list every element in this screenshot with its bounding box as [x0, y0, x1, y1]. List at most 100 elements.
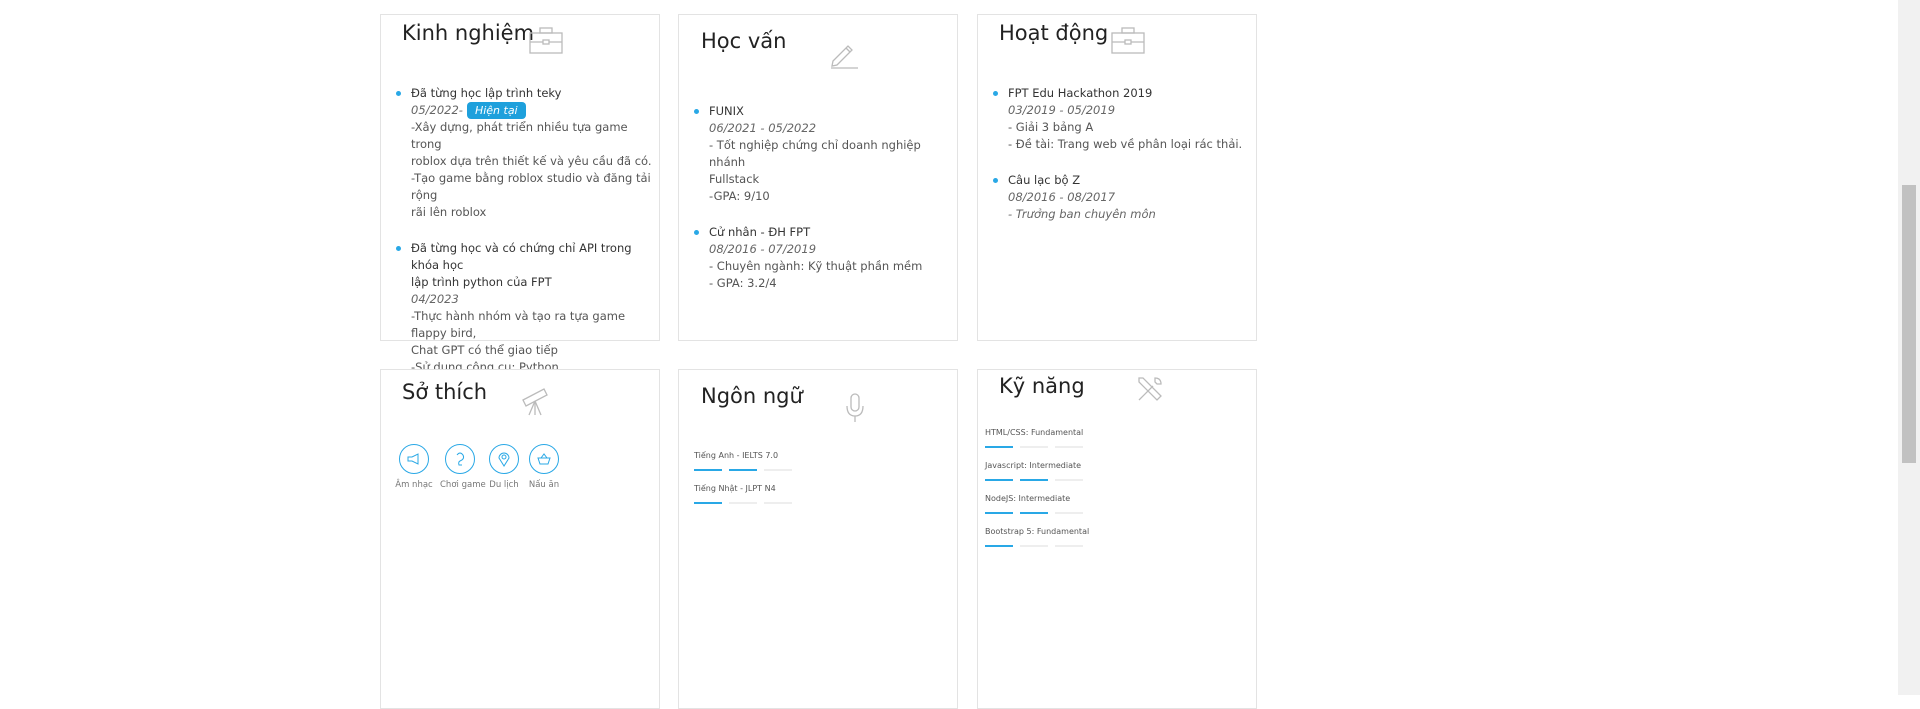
- skill-label: Bootstrap 5: Fundamental: [985, 527, 1090, 536]
- entry-date: 08/2016 - 07/2019: [709, 242, 817, 256]
- skill-level-bar: [985, 545, 1090, 547]
- entry-title: Cử nhân - ĐH FPT: [709, 225, 811, 239]
- language-label: Tiếng Anh - IELTS 7.0: [694, 451, 779, 460]
- entry-title: Đã từng học và có chứng chỉ API trong kh…: [411, 241, 632, 272]
- entry-line: Chat GPT có thể giao tiếp: [411, 343, 558, 357]
- level-segment: [694, 502, 722, 504]
- language-item: Tiếng Nhật - JLPT N4: [694, 483, 799, 504]
- level-segment: [764, 469, 792, 471]
- language-level-bar: [694, 502, 799, 504]
- entry-date: 08/2016 - 08/2017: [1008, 190, 1116, 204]
- entry-note: - Trưởng ban chuyên môn: [1008, 207, 1156, 221]
- level-segment: [764, 502, 792, 504]
- hobbies-row: Âm nhạc Chơi game Du lịch Nấu ăn: [394, 444, 564, 490]
- list-item: Câu lạc bộ Z 08/2016 - 08/2017 - Trưởng …: [978, 172, 1258, 223]
- tools-icon: [1135, 374, 1165, 408]
- entry-line: - GPA: 3.2/4: [709, 276, 777, 290]
- megaphone-icon: [399, 444, 429, 474]
- skill-item: HTML/CSS: Fundamental: [985, 427, 1090, 448]
- skills-title: Kỹ năng: [999, 374, 1085, 398]
- skills-card: Kỹ năng HTML/CSS: Fundamental Javascript…: [977, 369, 1257, 709]
- scrollbar-thumb[interactable]: [1902, 185, 1916, 463]
- level-segment: [1020, 545, 1048, 547]
- skill-list: HTML/CSS: Fundamental Javascript: Interm…: [985, 427, 1090, 559]
- microphone-icon: [845, 392, 865, 428]
- entry-line: roblox dựa trên thiết kế và yêu cầu đã c…: [411, 154, 652, 168]
- education-card: Học vấn FUNIX 06/2021 - 05/2022 - Tốt ng…: [678, 14, 958, 341]
- level-segment: [1020, 512, 1048, 514]
- entry-line: - Chuyên ngành: Kỹ thuật phần mềm: [709, 259, 923, 273]
- skill-item: Bootstrap 5: Fundamental: [985, 526, 1090, 547]
- hobby-label: Nấu ăn: [528, 480, 560, 490]
- basket-icon: [529, 444, 559, 474]
- location-pin-icon: [489, 444, 519, 474]
- list-item: Đã từng học và có chứng chỉ API trong kh…: [381, 240, 661, 376]
- hobby-label: Âm nhạc: [395, 480, 433, 490]
- skill-item: Javascript: Intermediate: [985, 460, 1090, 481]
- entry-date: 06/2021 - 05/2022: [709, 121, 817, 135]
- level-segment: [985, 545, 1013, 547]
- level-segment: [729, 502, 757, 504]
- entry-line: -Xây dựng, phát triển nhiều tựa game tro…: [411, 120, 628, 151]
- entry-date: 04/2023: [411, 292, 459, 306]
- entry-title: FUNIX: [709, 104, 744, 118]
- skill-label: Javascript: Intermediate: [985, 461, 1082, 470]
- skill-label: HTML/CSS: Fundamental: [985, 428, 1084, 437]
- education-title: Học vấn: [701, 29, 787, 53]
- list-item: Đã từng học lập trình teky 05/2022- Hiện …: [381, 85, 661, 221]
- skill-label: NodeJS: Intermediate: [985, 494, 1071, 503]
- hobby-label: Du lịch: [489, 480, 519, 490]
- vertical-scrollbar[interactable]: [1898, 0, 1920, 695]
- level-segment: [729, 469, 757, 471]
- languages-card: Ngôn ngữ Tiếng Anh - IELTS 7.0 Tiếng Nhậ…: [678, 369, 958, 709]
- current-badge: Hiện tại: [466, 102, 526, 119]
- language-item: Tiếng Anh - IELTS 7.0: [694, 450, 799, 471]
- hobby-gaming: Chơi game: [440, 444, 486, 490]
- hobby-label: Chơi game: [440, 480, 486, 490]
- level-segment: [1055, 545, 1083, 547]
- skill-item: NodeJS: Intermediate: [985, 493, 1090, 514]
- pencil-icon: [829, 39, 859, 73]
- entry-line: Fullstack: [709, 172, 760, 186]
- briefcase-icon: [1111, 27, 1145, 59]
- entry-title: Đã từng học lập trình teky: [411, 86, 562, 100]
- hobby-music: Âm nhạc: [394, 444, 434, 490]
- entry-title: lập trình python của FPT: [411, 275, 552, 289]
- list-item: Cử nhân - ĐH FPT 08/2016 - 07/2019 - Chu…: [679, 224, 959, 292]
- entry-line: rãi lên roblox: [411, 205, 487, 219]
- skill-level-bar: [985, 512, 1090, 514]
- entry-title: Câu lạc bộ Z: [1008, 173, 1081, 187]
- level-segment: [1055, 446, 1083, 448]
- entry-line: -Thực hành nhóm và tạo ra tựa game flapp…: [411, 309, 626, 340]
- entry-title: FPT Edu Hackathon 2019: [1008, 86, 1153, 100]
- level-segment: [1020, 479, 1048, 481]
- activities-list: FPT Edu Hackathon 2019 03/2019 - 05/2019…: [978, 85, 1258, 242]
- entry-line: -GPA: 9/10: [709, 189, 770, 203]
- hobbies-title: Sở thích: [402, 380, 488, 404]
- experience-card: Kinh nghiệm Đã từng học lập trình teky 0…: [380, 14, 661, 374]
- hobbies-card: Sở thích Âm nhạc Chơi game Du lịch Nấu ă…: [380, 369, 660, 709]
- level-segment: [985, 446, 1013, 448]
- skill-level-bar: [985, 479, 1090, 481]
- entry-line: - Đề tài: Trang web về phân loại rác thả…: [1008, 137, 1243, 151]
- level-segment: [985, 512, 1013, 514]
- education-list: FUNIX 06/2021 - 05/2022 - Tốt nghiệp chứ…: [679, 103, 959, 311]
- entry-line: - Tốt nghiệp chứng chỉ doanh nghiệp nhán…: [709, 138, 921, 169]
- experience-title: Kinh nghiệm: [402, 21, 535, 45]
- level-segment: [985, 479, 1013, 481]
- briefcase-icon: [529, 27, 563, 59]
- list-item: FPT Edu Hackathon 2019 03/2019 - 05/2019…: [978, 85, 1258, 153]
- level-segment: [1055, 479, 1083, 481]
- activities-title: Hoạt động: [999, 21, 1109, 45]
- entry-date: 03/2019 - 05/2019: [1008, 103, 1116, 117]
- entry-date: 05/2022- Hiện tại: [411, 102, 661, 119]
- language-level-bar: [694, 469, 799, 471]
- level-segment: [694, 469, 722, 471]
- activities-card: Hoạt động FPT Edu Hackathon 2019 03/2019…: [977, 14, 1257, 341]
- game-icon: [445, 444, 475, 474]
- languages-title: Ngôn ngữ: [701, 384, 803, 408]
- entry-date-text: 05/2022-: [411, 103, 463, 117]
- language-list: Tiếng Anh - IELTS 7.0 Tiếng Nhật - JLPT …: [694, 450, 799, 516]
- language-label: Tiếng Nhật - JLPT N4: [694, 484, 776, 493]
- level-segment: [1020, 446, 1048, 448]
